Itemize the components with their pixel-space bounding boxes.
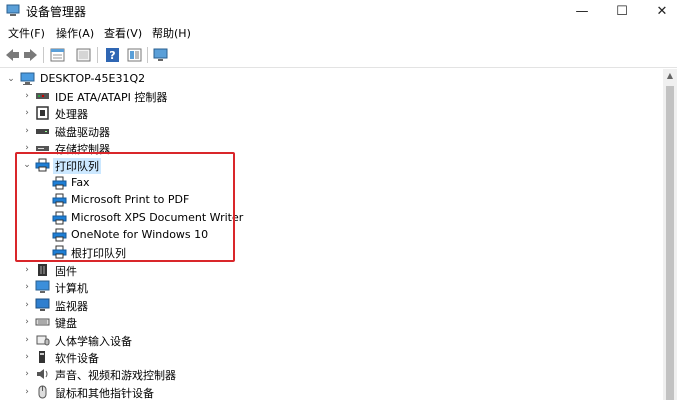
processor-icon: [36, 106, 49, 120]
category-label: 声音、视频和游戏控制器: [55, 369, 176, 382]
back-icon[interactable]: [4, 47, 21, 63]
device-list-icon[interactable]: [75, 47, 92, 63]
expand-chevron-icon[interactable]: ›: [22, 281, 32, 293]
help-icon[interactable]: ?: [104, 47, 121, 63]
expand-chevron-icon[interactable]: ›: [22, 264, 32, 276]
tree-item-printer[interactable]: 根打印队列: [0, 244, 660, 261]
tree-item-mouse[interactable]: › 鼠标和其他指针设备: [0, 384, 660, 400]
properties-icon[interactable]: [49, 47, 66, 63]
tree-item-printer[interactable]: Fax: [0, 175, 660, 192]
forward-icon[interactable]: [22, 47, 39, 63]
mouse-icon: [38, 385, 47, 399]
device-manager-icon: [6, 4, 20, 16]
tree-item-computer[interactable]: › 计算机: [0, 279, 660, 296]
minimize-button[interactable]: —: [560, 0, 604, 22]
tree-item-software-device[interactable]: › 软件设备: [0, 349, 660, 366]
printer-label: 根打印队列: [71, 247, 126, 260]
vertical-scrollbar[interactable]: ▲: [663, 69, 677, 400]
category-label: 人体学输入设备: [55, 335, 132, 348]
monitor-icon[interactable]: [152, 47, 169, 63]
tree-item-firmware[interactable]: › 固件: [0, 262, 660, 279]
toolbar-separator: [97, 47, 98, 63]
expand-chevron-icon[interactable]: ›: [22, 316, 32, 328]
expand-chevron-icon[interactable]: ›: [22, 368, 32, 380]
printer-label: Microsoft Print to PDF: [71, 193, 190, 206]
menu-view[interactable]: 查看(V): [104, 25, 142, 41]
printer-icon: [35, 158, 50, 172]
category-label: 鼠标和其他指针设备: [55, 387, 154, 400]
printer-label: Microsoft XPS Document Writer: [71, 211, 244, 224]
tree-item-audio[interactable]: › 声音、视频和游戏控制器: [0, 366, 660, 383]
category-label: 处理器: [55, 108, 88, 121]
computer-name: DESKTOP-45E31Q2: [40, 72, 146, 85]
expand-chevron-icon[interactable]: ›: [22, 299, 32, 311]
category-label: 软件设备: [55, 352, 99, 365]
printer-icon: [52, 228, 67, 242]
category-label: 监视器: [55, 300, 88, 313]
hid-icon: [36, 335, 50, 346]
toolbar-separator: [43, 47, 44, 63]
storage-controller-icon: [36, 146, 49, 151]
tree-item-disk-drive[interactable]: › 磁盘驱动器: [0, 123, 660, 140]
category-label: 键盘: [55, 317, 77, 330]
expand-chevron-icon[interactable]: ›: [22, 125, 32, 137]
tree-item-ide-controller[interactable]: › IDE ATA/ATAPI 控制器: [0, 88, 660, 105]
expand-chevron-icon[interactable]: ›: [22, 386, 32, 398]
tree-item-keyboard[interactable]: › 键盘: [0, 314, 660, 331]
tree-item-printer[interactable]: Microsoft XPS Document Writer: [0, 210, 660, 227]
monitor-icon: [35, 298, 50, 311]
printer-icon: [52, 193, 67, 207]
tree-item-printer[interactable]: Microsoft Print to PDF: [0, 192, 660, 209]
scroll-up-arrow-icon[interactable]: ▲: [663, 69, 677, 83]
tree-item-printer[interactable]: OneNote for Windows 10: [0, 227, 660, 244]
tree-item-hid[interactable]: › 人体学输入设备: [0, 332, 660, 349]
printer-icon: [52, 176, 67, 190]
expand-chevron-icon[interactable]: ›: [22, 107, 32, 119]
category-label: 打印队列: [53, 158, 101, 174]
keyboard-icon: [35, 318, 50, 326]
category-label: 固件: [55, 265, 77, 278]
software-device-icon: [39, 351, 45, 363]
expand-chevron-icon[interactable]: ›: [22, 90, 32, 102]
audio-icon: [37, 369, 48, 379]
ide-controller-icon: [36, 93, 49, 99]
scroll-thumb[interactable]: [666, 86, 674, 400]
menu-action[interactable]: 操作(A): [56, 25, 94, 41]
expand-chevron-icon[interactable]: ›: [22, 334, 32, 346]
maximize-button[interactable]: ☐: [600, 0, 644, 22]
tree-item-monitor[interactable]: › 监视器: [0, 297, 660, 314]
tree-item-storage-controller[interactable]: › 存储控制器: [0, 140, 660, 157]
collapse-chevron-icon[interactable]: ⌄: [22, 159, 32, 171]
tree-root[interactable]: ⌄ DESKTOP-45E31Q2: [0, 71, 660, 88]
printer-label: OneNote for Windows 10: [71, 228, 209, 241]
firmware-icon: [38, 264, 47, 276]
expand-chevron-icon[interactable]: ›: [22, 142, 32, 154]
printer-label: Fax: [71, 176, 90, 189]
menu-file[interactable]: 文件(F): [8, 25, 45, 41]
computer-icon: [35, 280, 50, 293]
computer-icon: [20, 72, 35, 85]
show-device-icon[interactable]: [126, 47, 143, 63]
menu-help[interactable]: 帮助(H): [152, 25, 191, 41]
toolbar: ?: [0, 43, 677, 68]
svg-text:?: ?: [109, 49, 115, 62]
disk-drive-icon: [36, 129, 49, 134]
title-bar: 设备管理器 — ☐ ✕: [0, 0, 677, 22]
tree-item-processor[interactable]: › 处理器: [0, 105, 660, 122]
window-title: 设备管理器: [26, 5, 87, 19]
printer-icon: [52, 211, 67, 225]
printer-icon: [52, 245, 67, 259]
collapse-chevron-icon[interactable]: ⌄: [6, 73, 16, 85]
category-label: 计算机: [55, 282, 88, 295]
expand-chevron-icon[interactable]: ›: [22, 351, 32, 363]
category-label: 存储控制器: [55, 143, 110, 156]
tree-item-print-queues[interactable]: ⌄ 打印队列: [0, 157, 660, 174]
close-button[interactable]: ✕: [640, 0, 677, 22]
menu-bar: 文件(F) 操作(A) 查看(V) 帮助(H): [0, 23, 677, 43]
category-label: 磁盘驱动器: [55, 126, 110, 139]
category-label: IDE ATA/ATAPI 控制器: [55, 91, 168, 104]
toolbar-separator: [147, 47, 148, 63]
device-tree: ⌄ DESKTOP-45E31Q2 › IDE ATA/ATAPI 控制器 › …: [0, 69, 663, 400]
